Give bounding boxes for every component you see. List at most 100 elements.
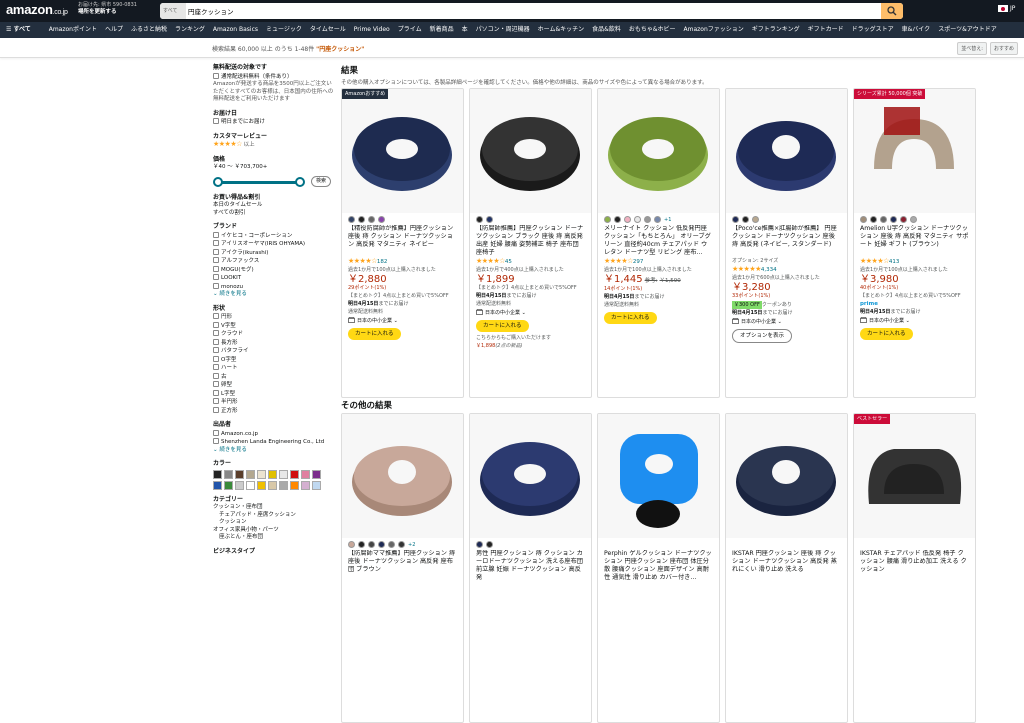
color-swatch[interactable] <box>268 469 277 479</box>
free-ship-checkbox[interactable]: 通常配送料無料（条件あり） <box>213 72 335 82</box>
brand-see-more-link[interactable]: ⌄ 続きを見る <box>213 291 335 299</box>
color-swatch[interactable] <box>301 480 310 490</box>
color-variant-dot[interactable] <box>486 541 493 548</box>
product-card[interactable]: 男性 円座クッション 痔 クッション カーロドーナツクッション 洗える座布団 前… <box>469 413 592 723</box>
nav-item[interactable]: タイムセール <box>310 22 346 38</box>
shape-checkbox[interactable]: O字型 <box>213 355 335 365</box>
slider-max-handle[interactable] <box>295 176 305 187</box>
nav-item[interactable]: Prime Video <box>354 22 390 38</box>
color-variant-dot[interactable] <box>348 541 355 548</box>
star-rating-icon[interactable]: ★★★★☆ <box>604 257 633 265</box>
review-filter[interactable]: ★★★★☆ 以上 <box>213 140 335 150</box>
seller-see-more-link[interactable]: ⌄ 続きを見る <box>213 447 335 455</box>
product-price[interactable]: ￥2,880 <box>348 275 457 285</box>
product-card[interactable]: シリーズ累計 50,000個 突破 Amelion U字クッション ドーナツクッシ… <box>853 88 976 398</box>
color-variant-dot[interactable] <box>870 216 877 223</box>
amazon-logo[interactable]: amazon.co.jp <box>6 2 68 17</box>
delivery-checkbox[interactable]: 明日までにお届け <box>213 118 335 127</box>
shape-checkbox[interactable]: L字型 <box>213 389 335 399</box>
star-rating-icon[interactable]: ★★★★☆ <box>348 257 377 265</box>
product-image[interactable] <box>470 414 591 538</box>
product-card[interactable]: +1 メリーナイト クッション 低反発円座クッション「もちとろん」 オリーブグリー… <box>597 88 720 398</box>
product-image[interactable] <box>598 89 719 213</box>
add-to-cart-button[interactable]: カートに入れる <box>604 312 657 324</box>
color-variant-dot[interactable] <box>624 216 631 223</box>
review-count[interactable]: 182 <box>377 259 388 265</box>
product-card[interactable]: IKSTAR 円座クッション 座後 痔 クッション ドーナツクッション 高反発 … <box>725 413 848 723</box>
color-variant-dot[interactable] <box>752 216 759 223</box>
product-title[interactable]: 【防腐師推薦】円座クッション ドーナツクッション ブラック 座後 痔 高反発 出… <box>476 225 585 257</box>
color-swatch[interactable] <box>235 480 244 490</box>
brand-checkbox[interactable]: アイクラ(ikurashi) <box>213 248 335 258</box>
color-variant-dot[interactable] <box>604 216 611 223</box>
product-image[interactable]: シリーズ累計 50,000個 突破 <box>854 89 975 213</box>
nav-item[interactable]: スポーツ&アウトドア <box>938 22 997 38</box>
language-selector[interactable]: JP <box>998 5 1015 12</box>
product-title[interactable]: IKSTAR 円座クッション 座後 痔 クッション ドーナツクッション 高反発 … <box>732 550 841 582</box>
brand-checkbox[interactable]: アルファックス <box>213 257 335 266</box>
color-variant-dot[interactable] <box>634 216 641 223</box>
brand-checkbox[interactable]: イケヒコ・コーポレーション <box>213 231 335 241</box>
search-category-select[interactable]: すべて <box>160 3 186 19</box>
color-variant-dot[interactable] <box>732 216 739 223</box>
star-rating-icon[interactable]: ★★★★☆ <box>476 257 505 265</box>
color-swatch[interactable] <box>213 469 222 479</box>
shape-checkbox[interactable]: ハート <box>213 364 335 373</box>
product-title[interactable]: メリーナイト クッション 低反発円座クッション「もちとろん」 オリーブグリーン … <box>604 225 713 257</box>
color-variant-dot[interactable] <box>486 216 493 223</box>
nav-item[interactable]: ランキング <box>175 22 205 38</box>
add-to-cart-button[interactable]: カートに入れる <box>860 328 913 340</box>
product-image[interactable] <box>342 414 463 538</box>
more-variants-link[interactable]: +1 <box>664 217 671 223</box>
product-price[interactable]: ￥1,899 <box>476 275 585 285</box>
color-variant-dot[interactable] <box>358 216 365 223</box>
color-swatch[interactable] <box>301 469 310 479</box>
shape-checkbox[interactable]: V字型 <box>213 321 335 331</box>
category-link[interactable]: オフィス家具小物・パーツ <box>213 527 335 535</box>
color-swatch[interactable] <box>224 469 233 479</box>
product-card[interactable]: 【Poco'ce推薦×肛腸師が推薦】 円座クッション ドーナツクッション 座後 … <box>725 88 848 398</box>
color-variant-dot[interactable] <box>900 216 907 223</box>
product-price[interactable]: ￥3,280 <box>732 283 841 293</box>
color-variant-dot[interactable] <box>398 541 405 548</box>
color-swatch[interactable] <box>235 469 244 479</box>
brand-checkbox[interactable]: monozu <box>213 282 335 292</box>
color-variant-dot[interactable] <box>910 216 917 223</box>
deal-link[interactable]: すべての割引 <box>213 210 335 218</box>
price-go-button[interactable]: 検索 <box>311 175 332 187</box>
shape-checkbox[interactable]: 古 <box>213 372 335 382</box>
seller-checkbox[interactable]: Amazon.co.jp <box>213 429 335 439</box>
review-count[interactable]: 413 <box>889 259 900 265</box>
product-title[interactable]: 【Poco'ce推薦×肛腸師が推薦】 円座クッション ドーナツクッション 座後 … <box>732 225 841 257</box>
review-count[interactable]: 297 <box>633 259 644 265</box>
product-card[interactable]: ベストセラー IKSTAR チェアパッド 低反発 椅子 クッション 腰痛 滑り止め… <box>853 413 976 723</box>
color-variant-dot[interactable] <box>476 216 483 223</box>
star-rating-icon[interactable]: ★★★★☆ <box>860 257 889 265</box>
nav-item[interactable]: パソコン・周辺機器 <box>476 22 530 38</box>
chevron-down-icon[interactable]: ⌄ <box>520 310 526 316</box>
shape-checkbox[interactable]: 卵型 <box>213 381 335 390</box>
deal-link[interactable]: 本日のタイムセール <box>213 202 335 210</box>
color-variant-dot[interactable] <box>742 216 749 223</box>
product-image[interactable] <box>598 414 719 538</box>
product-card[interactable]: +2 【防腐師ママ推薦】円座クッション 痔 座後 ドーナツクッション 高反発 座布… <box>341 413 464 723</box>
slider-min-handle[interactable] <box>213 176 223 187</box>
chevron-down-icon[interactable]: ⌄ <box>904 318 910 324</box>
brand-checkbox[interactable]: アイリスオーヤマ(IRIS OHYAMA) <box>213 240 335 249</box>
nav-item[interactable]: ミュージック <box>266 22 302 38</box>
color-variant-dot[interactable] <box>368 216 375 223</box>
color-variant-dot[interactable] <box>368 541 375 548</box>
color-swatch[interactable] <box>290 480 299 490</box>
color-swatch[interactable] <box>246 469 255 479</box>
nav-item[interactable]: 本 <box>462 22 468 38</box>
shape-checkbox[interactable]: 長方形 <box>213 338 335 348</box>
nav-item[interactable]: ヘルプ <box>105 22 123 38</box>
product-image[interactable] <box>726 89 847 213</box>
add-to-cart-button[interactable]: カートに入れる <box>348 328 401 340</box>
review-count[interactable]: 45 <box>505 259 512 265</box>
color-swatch[interactable] <box>246 480 255 490</box>
color-variant-dot[interactable] <box>890 216 897 223</box>
product-title[interactable]: 【精役防腐師が推薦】円座クッション 座後 痔 クッション ドーナツクッション 高… <box>348 225 457 257</box>
category-link[interactable]: クッション・座布団 <box>213 504 335 512</box>
color-variant-dot[interactable] <box>614 216 621 223</box>
